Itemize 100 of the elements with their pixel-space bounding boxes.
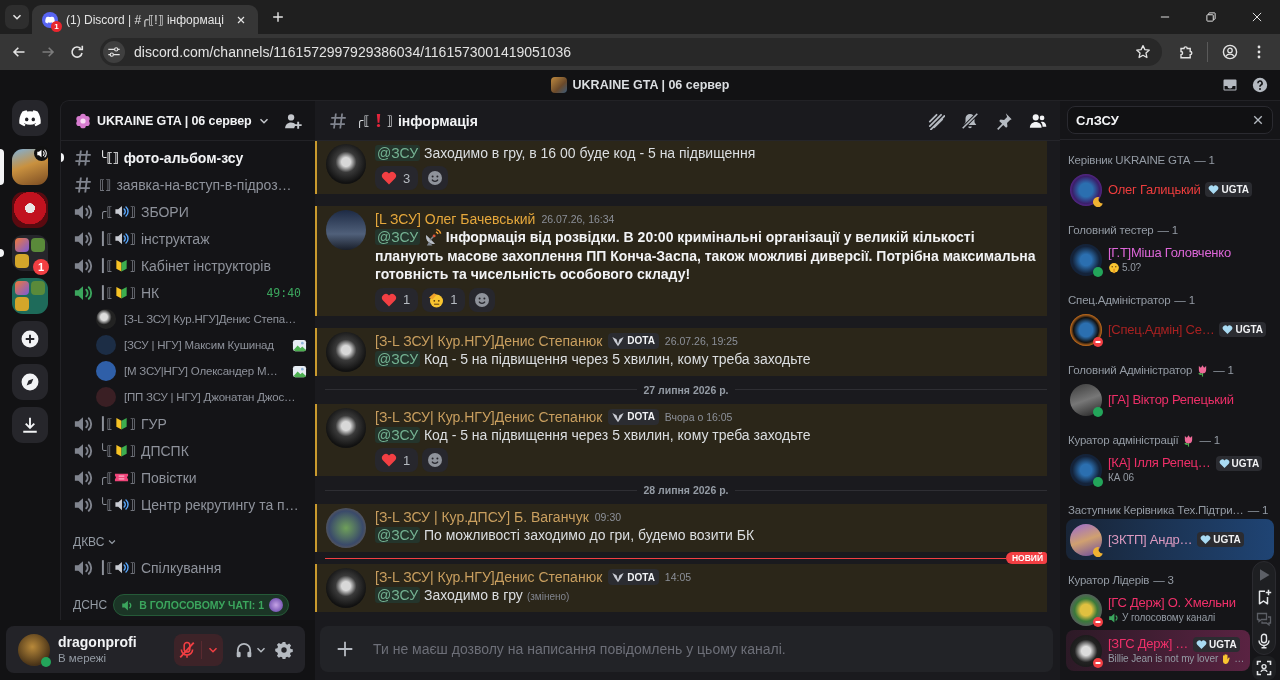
mute-button[interactable]	[174, 633, 223, 666]
mention-link[interactable]: @ЗСУ	[375, 229, 421, 245]
server-button[interactable]	[12, 192, 48, 228]
member-name: [КА] Ілля Репец…	[1108, 455, 1211, 471]
author-name[interactable]: [З-L ЗСУ| Кур.НГУ]Денис Степанюк	[375, 569, 603, 585]
server-menu-button[interactable]: UKRAINE GTA | 06 сервер	[75, 112, 270, 129]
member-item[interactable]: [ЗКТП] Андр… UGTA	[1066, 519, 1274, 560]
site-info-button[interactable]	[103, 41, 125, 63]
reaction-button[interactable]: 1	[422, 287, 466, 312]
home-button[interactable]	[12, 100, 48, 136]
microphone-off-icon	[178, 640, 196, 659]
user-avatar[interactable]	[326, 331, 366, 372]
voice-member[interactable]: [ЗСУ | НГУ] Максим Кушинад	[96, 332, 307, 358]
author-name[interactable]: [L ЗСУ] Олег Бачевський	[375, 211, 536, 227]
channel-decoration: ╭⟦	[356, 113, 370, 128]
user-avatar[interactable]	[326, 407, 366, 448]
role-group-count: — 3	[1153, 574, 1174, 586]
category-header[interactable]: ДКВС	[73, 535, 118, 549]
server-thumbnail	[31, 238, 45, 252]
download-button[interactable]	[12, 407, 48, 443]
guild-tag[interactable]: UGTA	[1197, 532, 1244, 547]
discord-logo-icon	[42, 11, 58, 28]
mention-link[interactable]: @ЗСУ	[375, 587, 421, 603]
member-item[interactable]: [ГА] Віктор Репецький	[1066, 379, 1274, 420]
voice-channel[interactable]: ╰⟦ ⟧ Центр рекрутингу та п…	[69, 491, 307, 518]
search-field[interactable]: СлЗСУ	[1067, 106, 1273, 134]
inbox-icon	[1222, 77, 1238, 93]
server-thumbnail	[15, 297, 29, 311]
unread-indicator	[61, 153, 64, 162]
member-item[interactable]: Олег Галицький UGTA	[1066, 169, 1274, 210]
voice-channel[interactable]: ╭⟦ ⟧ ЗБОРИ	[69, 198, 307, 225]
guild-tag[interactable]: UGTA	[1219, 322, 1267, 337]
voice-channel[interactable]: ┃⟦ ⟧ ГУР	[69, 410, 307, 437]
category-header[interactable]: ДСНС	[73, 598, 108, 612]
server-folder[interactable]	[12, 278, 48, 314]
close-icon	[1251, 11, 1263, 23]
voice-member[interactable]: [ПП ЗСУ | НГУ] Джонатан Джос…	[96, 384, 307, 410]
mention-link[interactable]: @ЗСУ	[375, 426, 421, 443]
guild-tag[interactable]: UGTA	[1215, 455, 1263, 471]
mention-link[interactable]: @ЗСУ	[375, 350, 421, 367]
chevron-down-icon	[107, 537, 118, 547]
browser-tab[interactable]: 1 (1) Discord | #╭⟦!⟧ інформаці	[32, 5, 258, 34]
shushing-face-icon	[1108, 261, 1120, 274]
plus-circle-icon	[21, 330, 39, 348]
guild-tag[interactable]: DOTA	[608, 408, 659, 425]
author-name[interactable]: [З-L ЗСУ| Кур.НГУ]Денис Степанюк	[375, 408, 603, 425]
heart-icon	[381, 291, 397, 308]
voice-channel[interactable]: ┃⟦ ⟧ Кабінет інструкторів	[69, 252, 307, 279]
member-item[interactable]: [ГС Держ] О. Хмельни У голосовому каналі	[1066, 589, 1250, 630]
voice-channel[interactable]: ┃⟦ ⟧ НК 49:40	[69, 279, 307, 306]
tab-list-button[interactable]	[5, 5, 29, 29]
user-avatar[interactable]	[326, 143, 366, 184]
smiley-icon	[474, 291, 491, 308]
reaction-button[interactable]: 1	[375, 448, 419, 472]
member-item[interactable]: [ЗГС Держ] … UGTA Billie Jean is not my lover …	[1066, 630, 1250, 671]
add-reaction-button[interactable]	[422, 448, 449, 472]
member-name: [ЗКТП] Андр…	[1108, 531, 1193, 548]
member-item[interactable]: [Спец.Адмін] Се… UGTA	[1066, 309, 1274, 350]
capture-button[interactable]	[1252, 656, 1276, 680]
server-folder[interactable]	[12, 235, 48, 271]
role-group-title: Куратор адміністрації	[1068, 434, 1179, 446]
add-server-button[interactable]	[12, 321, 48, 357]
user-avatar	[96, 361, 116, 381]
speaker-icon	[34, 146, 49, 161]
voice-member[interactable]: [М ЗСУ|НГУ] Олександер М…	[96, 358, 307, 384]
reaction-button[interactable]: 3	[375, 166, 419, 190]
smiley-icon	[427, 170, 444, 186]
star-icon	[1135, 44, 1151, 60]
member-activity: …	[1234, 652, 1245, 665]
chat-bubbles-icon	[1256, 611, 1272, 627]
add-reaction-button[interactable]	[422, 166, 449, 190]
author-name[interactable]: [З-L ЗСУ| Кур.НГУ]Денис Степанюк	[375, 332, 603, 349]
voice-channel[interactable]: ╰⟦ ⟧ ДПСПК	[69, 437, 307, 464]
voice-channel[interactable]: ┃⟦ ⟧ Спілкування	[69, 554, 307, 581]
voice-chat-indicator[interactable]: В ГОЛОСОВОМУ ЧАТІ: 1	[113, 594, 290, 616]
member-item[interactable]: [Г.Т]Міша Головченко 5.0?	[1066, 239, 1274, 280]
role-group-title: Заступник Керівника Тех.Підтри…	[1068, 504, 1244, 516]
unread-count: 1	[33, 259, 49, 275]
voice-channel[interactable]: ┃⟦ ⟧ інструктаж	[69, 225, 307, 252]
timestamp: 26.07.26, 16:34	[541, 213, 615, 225]
voice-member[interactable]: [З-L ЗСУ| Кур.НГУ]Денис Степа…	[96, 306, 307, 332]
mention-link[interactable]: @ЗСУ	[375, 144, 421, 161]
voice-channel[interactable]: ╭⟦ ⟧ Повістки	[69, 464, 307, 491]
date-divider-label: 28 липня 2026 р.	[642, 484, 730, 496]
user-avatar[interactable]	[326, 568, 366, 608]
guild-tag[interactable]: DOTA	[608, 569, 659, 585]
address-bar[interactable]: discord.com/channels/1161572997929386034/1161573001419051036	[100, 38, 1162, 66]
discover-button[interactable]	[12, 364, 48, 400]
guild-tag[interactable]: UGTA	[1205, 182, 1253, 197]
screen-capture-icon	[1256, 660, 1272, 676]
guild-tag[interactable]: UGTA	[1193, 636, 1240, 652]
mention-link[interactable]: @ЗСУ	[375, 527, 421, 543]
author-name[interactable]: [З-L ЗСУ | Кур.ДПСУ] Б. Ваганчук	[375, 509, 589, 525]
member-item[interactable]: [КА] Ілля Репец… UGTA КА 06	[1066, 449, 1274, 490]
text-channel[interactable]: ╰⟦⟧ фото-альбом-зсу	[69, 144, 307, 171]
add-reaction-button[interactable]	[469, 287, 496, 312]
guild-tag[interactable]: DOTA	[608, 332, 659, 349]
text-channel[interactable]: ⟦⟧ заявка-на-вступ-в-підроз…	[69, 171, 307, 198]
reaction-button[interactable]: 1	[375, 287, 419, 312]
user-avatar	[1070, 313, 1102, 346]
